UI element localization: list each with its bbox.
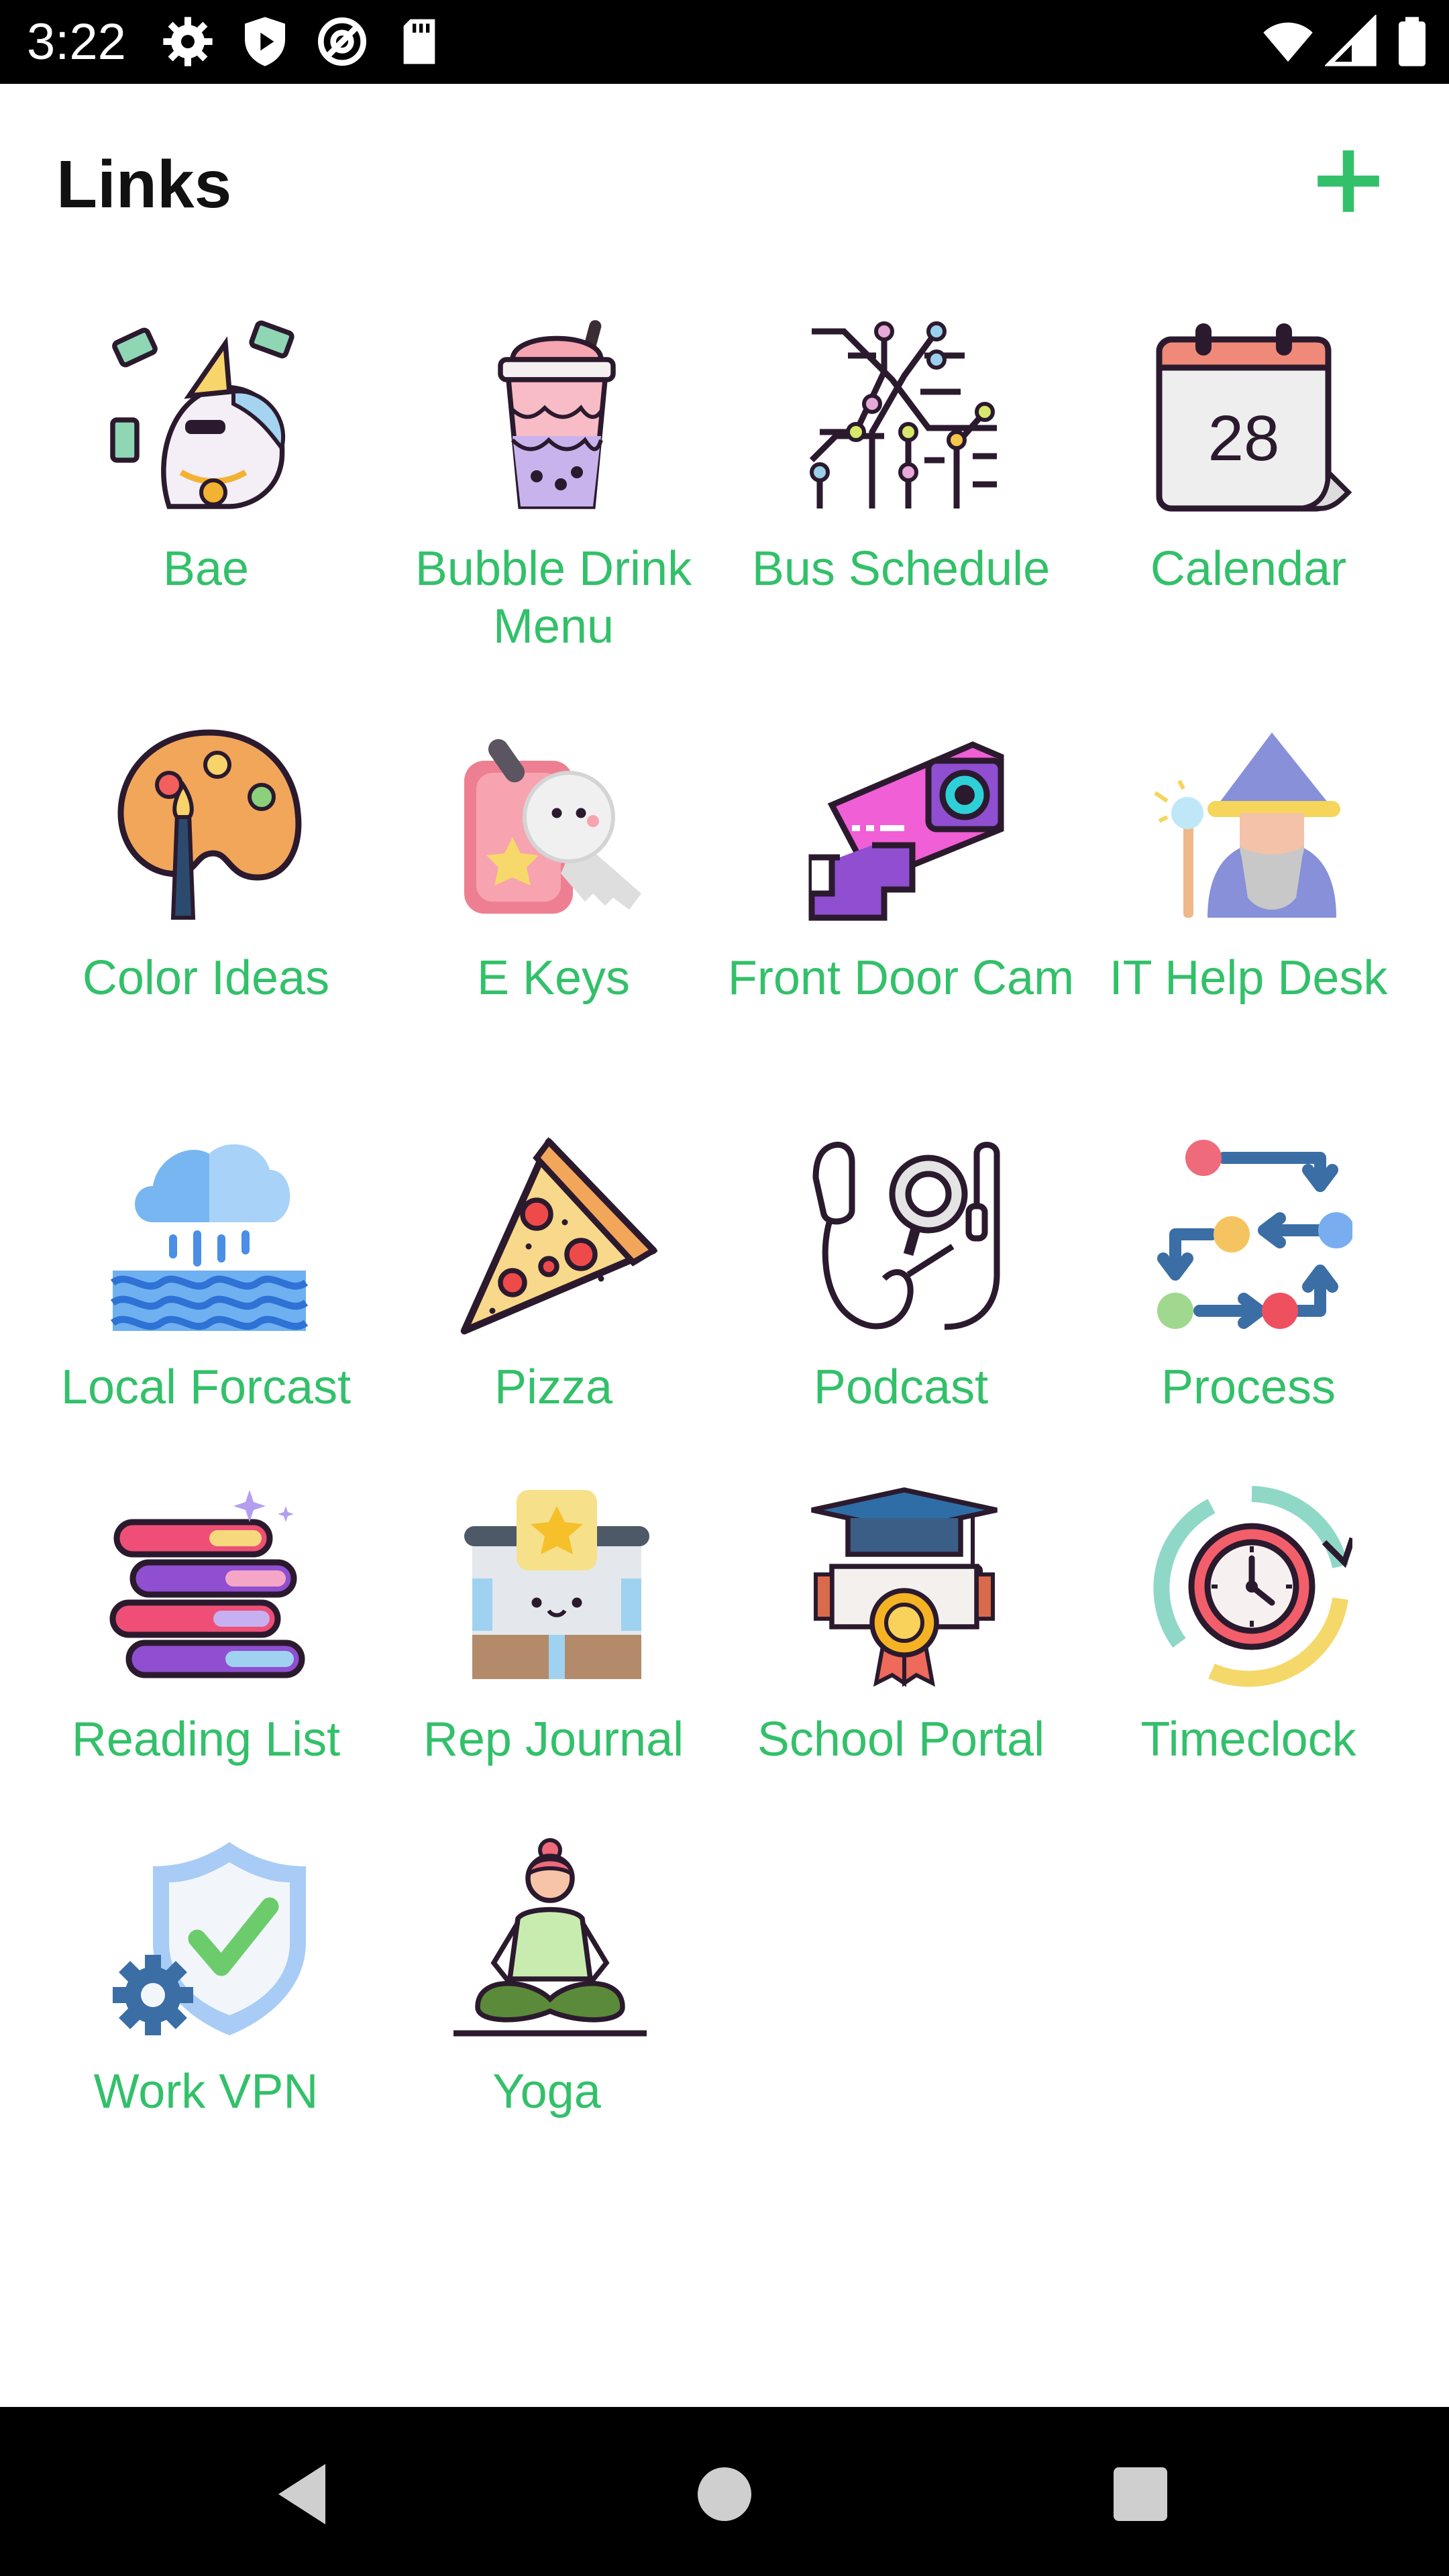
unicorn-money-icon (110, 320, 294, 509)
link-label: Yoga (492, 2065, 601, 2118)
link-label: Color Ideas (82, 951, 330, 1005)
recents-button[interactable] (1100, 2454, 1181, 2534)
home-button[interactable] (684, 2454, 765, 2534)
clock-icon (1153, 1486, 1352, 1687)
security-camera-icon (808, 741, 1004, 921)
link-tile-calendar[interactable]: 28 Calendar (1074, 315, 1423, 691)
link-label: Bae (162, 542, 250, 596)
calendar-icon: 28 (1156, 323, 1352, 512)
link-label: IT Help Desk (1109, 951, 1388, 1005)
svg-text:28: 28 (1208, 402, 1280, 474)
link-tile-process[interactable]: Process (1074, 1134, 1423, 1509)
link-tile-front-door-cam[interactable]: Front Door Cam (727, 724, 1075, 1100)
wizard-icon (1154, 733, 1340, 918)
link-label: Front Door Cam (727, 951, 1075, 1005)
page-title: Links (56, 147, 232, 222)
app-header: Links (0, 84, 1449, 285)
link-label: Calendar (1150, 542, 1347, 596)
bubble-drink-icon (498, 320, 616, 509)
link-tile-pizza[interactable]: Pizza (379, 1134, 728, 1509)
shield-gear-icon (113, 1842, 306, 2035)
link-tile-school-portal[interactable]: School Portal (727, 1486, 1075, 1862)
pizza-icon (460, 1137, 657, 1335)
back-button[interactable] (265, 2454, 345, 2534)
keys-icon (464, 739, 641, 914)
link-tile-podcast[interactable]: Podcast (727, 1134, 1075, 1509)
status-bar: 3:22 (0, 0, 1449, 84)
link-tile-bae[interactable]: Bae (32, 315, 380, 691)
at-sign-icon (318, 17, 366, 66)
link-label: Timeclock (1140, 1713, 1356, 1766)
graduation-cap-icon (811, 1487, 998, 1687)
link-label: Reading List (71, 1713, 341, 1766)
link-label: Local Forcast (60, 1360, 352, 1414)
gear-icon (163, 17, 213, 66)
earphones-icon (812, 1142, 1000, 1330)
back-triangle-icon (278, 2464, 325, 2524)
link-label: Work VPN (93, 2065, 319, 2118)
link-label: Bus Schedule (751, 542, 1051, 596)
status-time: 3:22 (27, 13, 126, 70)
links-grid: Bae Bubble Drink Menu Bus Schedule 28 Ca… (0, 315, 1449, 2127)
journal-icon (464, 1490, 649, 1679)
battery-icon (1399, 17, 1426, 66)
rain-cloud-icon (110, 1144, 309, 1331)
link-label: Bubble Drink Menu (415, 542, 692, 653)
books-icon (109, 1490, 305, 1678)
link-label: Process (1161, 1360, 1336, 1414)
home-circle-icon (698, 2467, 751, 2521)
link-label: Pizza (494, 1360, 613, 1414)
link-tile-timeclock[interactable]: Timeclock (1074, 1486, 1423, 1862)
link-tile-bus-schedule[interactable]: Bus Schedule (727, 315, 1075, 691)
play-protect-icon (245, 17, 285, 66)
link-tile-reading-list[interactable]: Reading List (32, 1486, 380, 1862)
yoga-icon (453, 1838, 647, 2037)
link-label: Rep Journal (423, 1713, 684, 1766)
cell-signal-icon (1325, 15, 1377, 66)
sd-card-icon (403, 19, 435, 64)
link-tile-rep-journal[interactable]: Rep Journal (379, 1486, 728, 1862)
palette-icon (117, 729, 302, 920)
process-flow-icon (1157, 1140, 1352, 1329)
link-tile-local-forcast[interactable]: Local Forcast (32, 1134, 380, 1509)
link-label: Podcast (813, 1360, 989, 1414)
link-tile-it-help-desk[interactable]: IT Help Desk (1074, 724, 1423, 1100)
link-label: E Keys (476, 951, 631, 1005)
link-label: School Portal (757, 1713, 1045, 1766)
link-tile-work-vpn[interactable]: Work VPN (32, 1838, 380, 2214)
add-link-button[interactable] (1311, 144, 1385, 218)
wifi-icon (1263, 22, 1313, 62)
link-tile-e-keys[interactable]: E Keys (379, 724, 728, 1100)
transit-map-icon (809, 321, 997, 508)
link-tile-bubble-drink-menu[interactable]: Bubble Drink Menu (379, 315, 728, 691)
plus-icon (1318, 150, 1379, 212)
system-nav-bar (0, 2407, 1449, 2576)
link-tile-color-ideas[interactable]: Color Ideas (32, 724, 380, 1100)
recents-square-icon (1114, 2467, 1167, 2521)
link-tile-yoga[interactable]: Yoga (372, 1838, 721, 2214)
